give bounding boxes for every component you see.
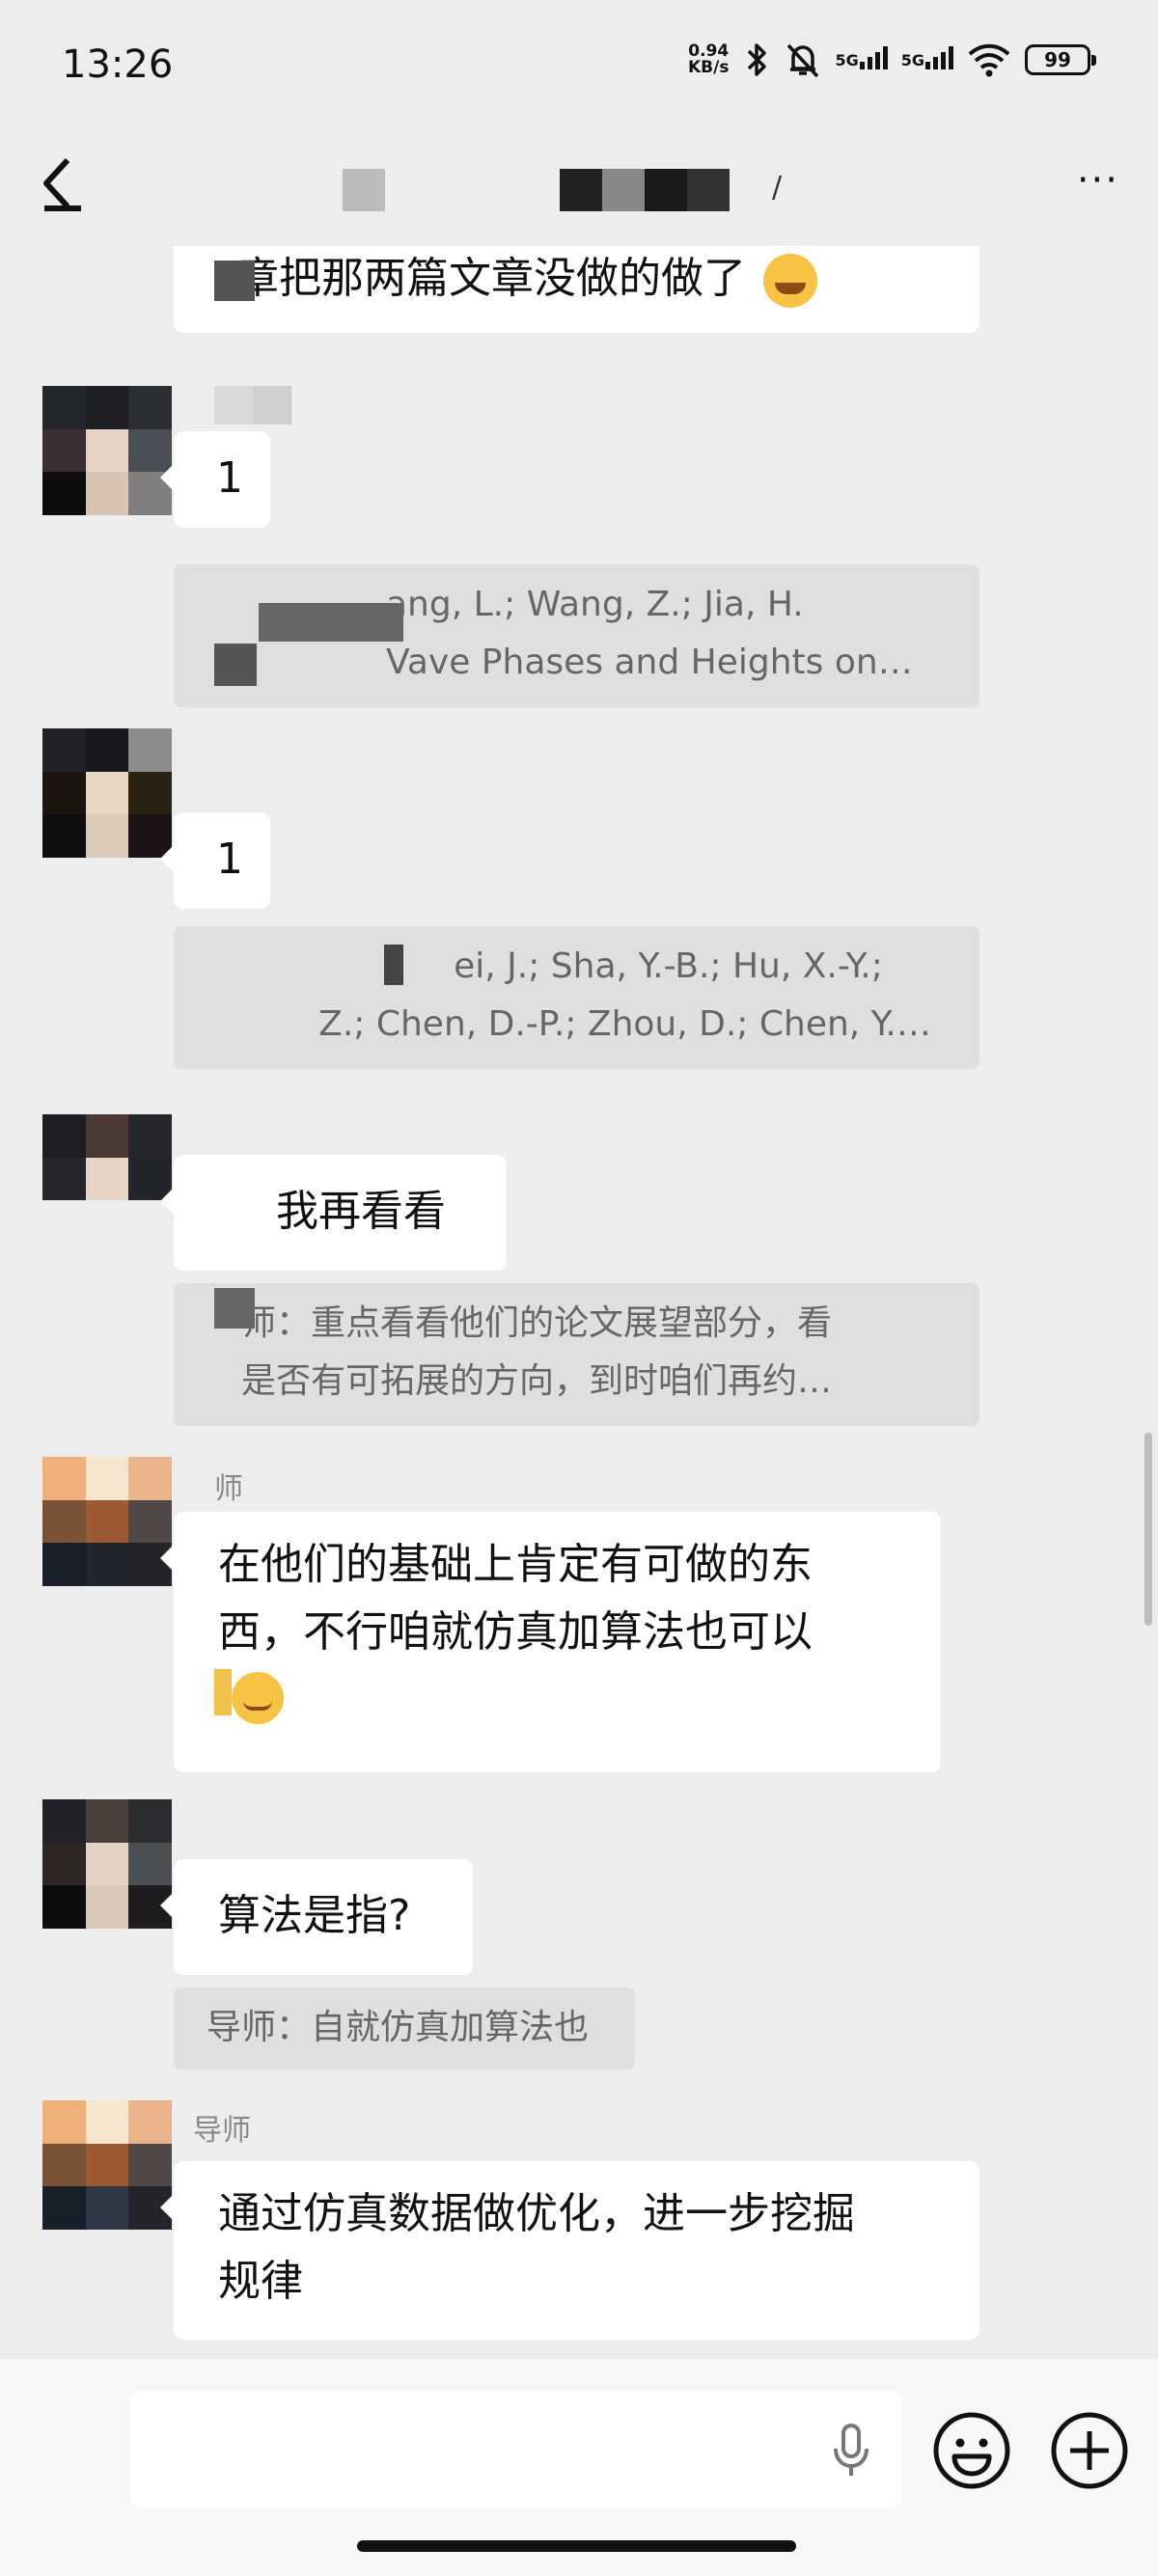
redaction-block	[214, 644, 257, 686]
avatar[interactable]	[42, 2100, 172, 2230]
smiling-emoji-icon	[232, 1672, 284, 1724]
laughing-emoji-icon	[763, 254, 817, 308]
status-icons: 0.94 KB/s 5G 5G 99	[688, 41, 1096, 79]
bluetooth-icon	[748, 43, 767, 76]
title-pixel-block	[602, 169, 645, 211]
message-bubble[interactable]: 我再看看	[160, 1155, 507, 1271]
avatar[interactable]	[42, 1799, 172, 1929]
message-bubble[interactable]: 在他们的基础上肯定有可做的东 西，不行咱就仿真加算法也可以	[160, 1512, 941, 1772]
signal-strength-2: 5G	[901, 45, 953, 69]
avatar[interactable]	[42, 386, 172, 515]
sender-name-redacted	[253, 386, 291, 425]
title-pixel-block	[687, 169, 730, 211]
quoted-reply[interactable]: ei, J.; Sha, Y.-B.; Hu, X.-Y.; Z.; Chen,…	[174, 926, 979, 1069]
home-indicator[interactable]	[357, 2540, 796, 2552]
microphone-icon[interactable]	[830, 2422, 872, 2480]
signal-strength-1: 5G	[835, 45, 888, 69]
message-input[interactable]	[130, 2391, 902, 2508]
avatar[interactable]	[42, 1457, 172, 1586]
message-bubble[interactable]: 1	[160, 431, 270, 528]
mute-bell-icon	[787, 43, 819, 78]
emoji-icon[interactable]	[931, 2410, 1012, 2491]
quoted-reply[interactable]: 导师：自就仿真加算法也	[174, 1987, 635, 2069]
redaction-block	[214, 1288, 255, 1329]
back-arrow-icon[interactable]	[39, 154, 87, 216]
redaction-block	[384, 945, 403, 985]
sender-name: 导师	[193, 2114, 251, 2148]
quoted-reply[interactable]: 师：重点看看他们的论文展望部分，看 是否有可拓展的方向，到时咱们再约…	[174, 1283, 979, 1426]
more-options-button[interactable]: ···	[1077, 161, 1119, 200]
message-bubble[interactable]: 1	[160, 812, 270, 909]
title-pixel-block	[343, 169, 385, 211]
sender-name-redacted	[214, 386, 253, 425]
sender-name: 师	[214, 1472, 243, 1506]
title-fragment: /	[772, 171, 783, 205]
title-pixel-block	[560, 169, 602, 211]
network-speed: 0.94 KB/s	[688, 41, 730, 77]
scrollbar[interactable]	[1144, 1433, 1152, 1626]
redaction-block	[259, 603, 403, 642]
wifi-icon	[968, 43, 1010, 77]
message-bubble[interactable]: 通过仿真数据做优化，进一步挖掘 规律	[160, 2161, 979, 2340]
status-time: 13:26	[62, 42, 174, 87]
redaction-block	[214, 260, 255, 301]
status-bar: 13:26 0.94 KB/s 5G 5G 99	[0, 0, 1158, 130]
avatar[interactable]	[42, 728, 172, 858]
redaction-block	[214, 1669, 232, 1715]
avatar[interactable]	[42, 1114, 172, 1244]
message-list: 章把那两篇文章没做的做了 1 ang, L.; Wang, Z.; Jia, H…	[0, 246, 1158, 2359]
title-pixel-block	[645, 169, 687, 211]
battery-indicator: 99	[1025, 44, 1096, 75]
message-bubble[interactable]: 章把那两篇文章没做的做了	[174, 246, 979, 333]
message-bubble[interactable]: 算法是指?	[160, 1859, 473, 1975]
plus-icon[interactable]	[1049, 2410, 1130, 2491]
